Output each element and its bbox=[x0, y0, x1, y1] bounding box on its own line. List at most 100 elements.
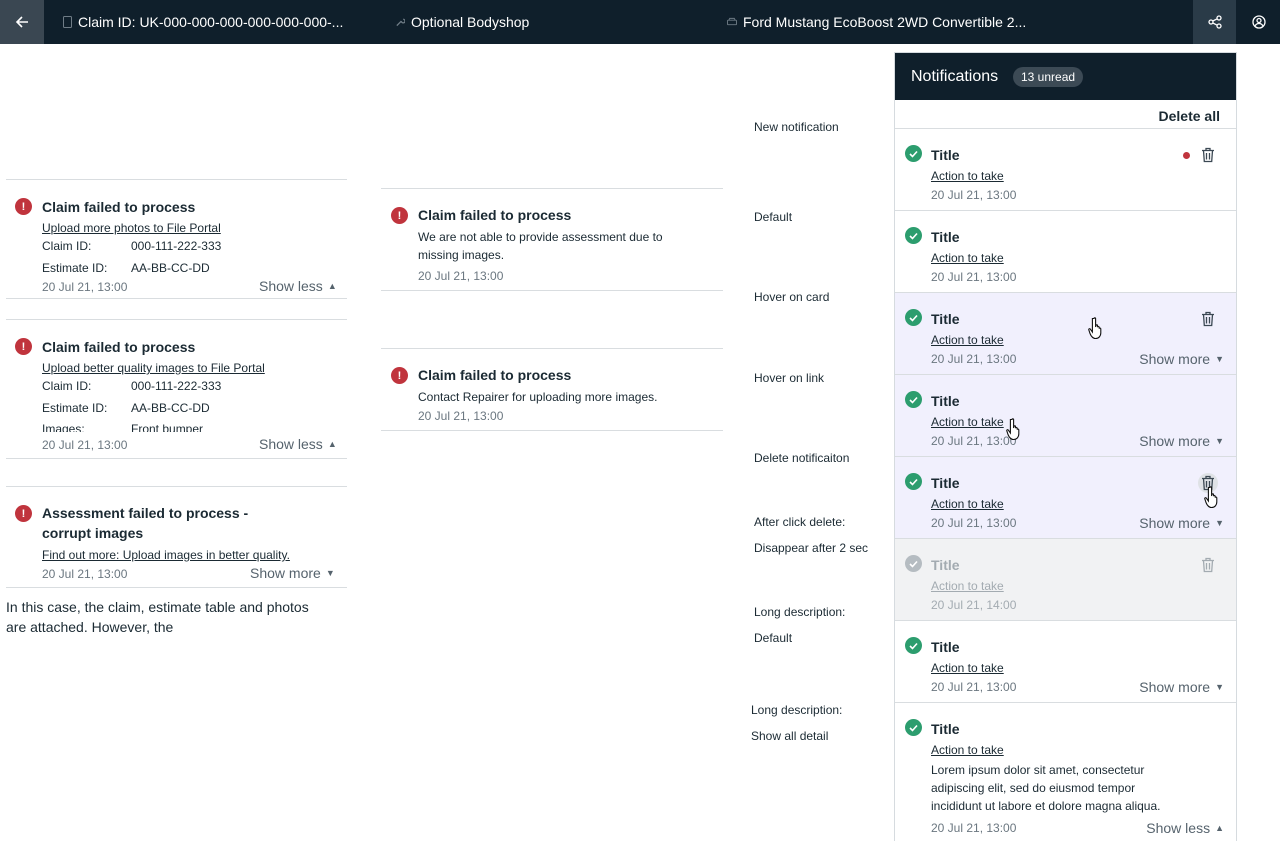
card-action-link[interactable]: Action to take bbox=[931, 169, 1004, 183]
card-action-link[interactable]: Action to take bbox=[931, 743, 1004, 757]
document-icon bbox=[62, 16, 72, 28]
card-title: Title bbox=[931, 557, 960, 573]
unread-badge: 13 unread bbox=[1013, 67, 1084, 87]
check-circle-icon bbox=[905, 227, 922, 244]
show-more-toggle[interactable]: Show more ▼ bbox=[1139, 515, 1224, 531]
field-value: AA-BB-CC-DD bbox=[131, 261, 210, 275]
card-time: 20 Jul 21, 13:00 bbox=[931, 821, 1017, 835]
notification-title: Claim failed to process bbox=[42, 339, 196, 355]
state-label-long-default: Default bbox=[754, 631, 793, 645]
trash-icon bbox=[1202, 557, 1214, 573]
show-less-toggle[interactable]: Show less ▲ bbox=[259, 436, 337, 452]
state-label-new: New notification bbox=[754, 120, 839, 134]
left-example-2: ! Claim failed to process Upload better … bbox=[6, 320, 347, 458]
show-more-toggle[interactable]: Show more ▼ bbox=[1139, 433, 1224, 449]
chevron-down-icon: ▼ bbox=[1215, 518, 1224, 528]
card-action-link: Action to take bbox=[931, 579, 1004, 593]
notification-card[interactable]: Title Action to take 20 Jul 21, 13:00 bbox=[895, 210, 1236, 292]
delete-all-button[interactable]: Delete all bbox=[1159, 108, 1220, 124]
card-time: 20 Jul 21, 13:00 bbox=[931, 434, 1017, 448]
show-more-toggle[interactable]: Show more ▼ bbox=[250, 565, 335, 581]
notification-time: 20 Jul 21, 13:00 bbox=[42, 567, 128, 581]
left-example-1: ! Claim failed to process Upload more ph… bbox=[6, 180, 347, 298]
card-time: 20 Jul 21, 13:00 bbox=[931, 516, 1017, 530]
field-value: 000-111-222-333 bbox=[131, 379, 222, 393]
card-action-link[interactable]: Action to take bbox=[931, 661, 1004, 675]
notification-time: 20 Jul 21, 13:00 bbox=[418, 409, 504, 423]
state-label-long-description-2: Long description: bbox=[751, 703, 843, 717]
show-more-toggle[interactable]: Show more ▼ bbox=[1139, 351, 1224, 367]
show-less-toggle[interactable]: Show less ▲ bbox=[259, 278, 337, 294]
notification-card[interactable]: Title Action to take 20 Jul 21, 13:00 Sh… bbox=[895, 456, 1236, 538]
chevron-down-icon: ▼ bbox=[325, 568, 335, 578]
notifications-title: Notifications bbox=[911, 68, 999, 85]
state-label-disappear: Disappear after 2 sec bbox=[754, 541, 869, 555]
delete-button[interactable] bbox=[1198, 145, 1218, 165]
divider bbox=[6, 298, 347, 299]
car-icon bbox=[727, 16, 737, 28]
toggle-label: Show less bbox=[1146, 820, 1211, 836]
card-action-link[interactable]: Action to take bbox=[931, 415, 1004, 429]
profile-button[interactable] bbox=[1237, 0, 1280, 44]
chevron-down-icon: ▼ bbox=[1215, 436, 1224, 446]
trash-icon bbox=[1202, 147, 1214, 163]
card-title: Title bbox=[931, 475, 960, 491]
card-title: Title bbox=[931, 721, 960, 737]
notification-time: 20 Jul 21, 13:00 bbox=[418, 269, 504, 283]
card-title: Title bbox=[931, 639, 960, 655]
field-key: Estimate ID: bbox=[42, 401, 108, 415]
notification-link[interactable]: Upload better quality images to File Por… bbox=[42, 361, 265, 375]
left-example-3: ! Assessment failed to process - corrupt… bbox=[6, 487, 347, 587]
delete-button[interactable] bbox=[1198, 309, 1218, 329]
check-circle-icon bbox=[905, 555, 922, 572]
card-title: Title bbox=[931, 393, 960, 409]
show-more-toggle[interactable]: Show more ▼ bbox=[1139, 679, 1224, 695]
notification-card[interactable]: Title Action to take 20 Jul 21, 13:00 Sh… bbox=[895, 374, 1236, 456]
card-description-line-2: adipiscing elit, sed do eiusmod tempor bbox=[931, 781, 1136, 795]
state-label-show-all: Show all detail bbox=[751, 729, 829, 743]
notification-description-line-2: missing images. bbox=[418, 248, 505, 262]
error-icon: ! bbox=[15, 338, 32, 355]
card-time: 20 Jul 21, 13:00 bbox=[931, 188, 1017, 202]
notification-card[interactable]: Title Action to take 20 Jul 21, 13:00 bbox=[895, 128, 1236, 210]
notification-time: 20 Jul 21, 13:00 bbox=[42, 438, 128, 452]
card-action-link[interactable]: Action to take bbox=[931, 251, 1004, 265]
toggle-label: Show more bbox=[1139, 515, 1211, 531]
share-icon bbox=[1207, 15, 1222, 29]
field-value: 000-111-222-333 bbox=[131, 239, 222, 253]
back-button[interactable] bbox=[0, 0, 44, 44]
card-action-link[interactable]: Action to take bbox=[931, 497, 1004, 511]
notification-time: 20 Jul 21, 13:00 bbox=[42, 280, 128, 294]
unread-dot bbox=[1183, 152, 1190, 159]
card-title: Title bbox=[931, 229, 960, 245]
notification-card[interactable]: Title Action to take 20 Jul 21, 13:00 Sh… bbox=[895, 620, 1236, 702]
middle-example-2: ! Claim failed to process Contact Repair… bbox=[381, 349, 723, 430]
card-action-link[interactable]: Action to take bbox=[931, 333, 1004, 347]
error-icon: ! bbox=[15, 505, 32, 522]
share-button[interactable] bbox=[1193, 0, 1236, 44]
notifications-header: Notifications 13 unread bbox=[895, 53, 1236, 100]
show-less-toggle[interactable]: Show less ▲ bbox=[1146, 820, 1224, 836]
notification-link[interactable]: Upload more photos to File Portal bbox=[42, 221, 221, 235]
top-bar: Claim ID: UK-000-000-000-000-000-000-...… bbox=[0, 0, 1280, 44]
notification-description-line-1: We are not able to provide assessment du… bbox=[418, 230, 663, 244]
error-icon: ! bbox=[391, 367, 408, 384]
card-time: 20 Jul 21, 13:00 bbox=[931, 270, 1017, 284]
divider bbox=[381, 290, 723, 291]
field-value: Front bumper bbox=[131, 422, 204, 432]
state-label-hover-card: Hover on card bbox=[754, 290, 830, 304]
notification-link[interactable]: Find out more: Upload images in better q… bbox=[42, 548, 290, 562]
vehicle-text: Ford Mustang EcoBoost 2WD Convertible 2.… bbox=[743, 14, 1027, 30]
notification-title-line-1: Assessment failed to process - bbox=[42, 505, 249, 521]
toggle-label: Show more bbox=[250, 565, 321, 581]
notification-card[interactable]: Title Action to take 20 Jul 21, 13:00 Sh… bbox=[895, 292, 1236, 374]
card-time: 20 Jul 21, 13:00 bbox=[931, 352, 1017, 366]
bodyshop-text: Optional Bodyshop bbox=[411, 14, 530, 30]
check-circle-icon bbox=[905, 637, 922, 654]
wrench-icon bbox=[395, 16, 405, 28]
chevron-up-icon: ▲ bbox=[1215, 823, 1224, 833]
field-key: Claim ID: bbox=[42, 379, 92, 393]
notifications-panel: Notifications 13 unread Delete all Title… bbox=[894, 52, 1237, 841]
note-line-2: are attached. However, the bbox=[6, 619, 174, 635]
notification-card-expanded[interactable]: Title Action to take Lorem ipsum dolor s… bbox=[895, 702, 1236, 841]
